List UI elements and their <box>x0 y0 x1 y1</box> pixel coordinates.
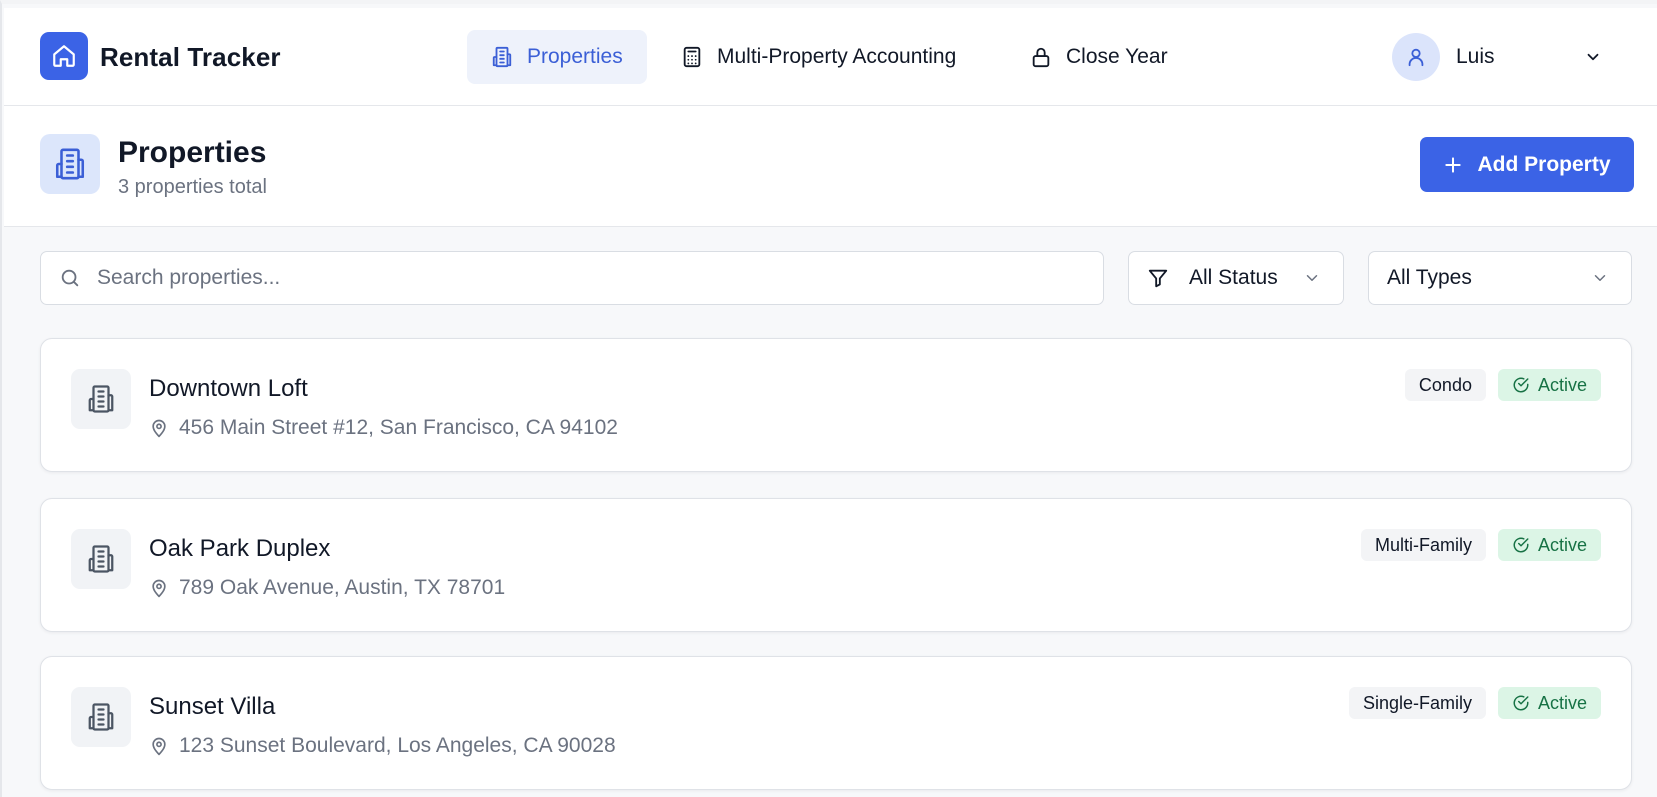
top-nav-bar: Rental Tracker Properties Multi-Property… <box>4 8 1657 106</box>
page-subtitle: 3 properties total <box>118 176 267 198</box>
user-icon <box>1405 46 1427 68</box>
app-window: Rental Tracker Properties Multi-Property… <box>0 0 1657 797</box>
app-title[interactable]: Rental Tracker <box>100 42 281 73</box>
building-icon <box>491 46 513 68</box>
property-name: Sunset Villa <box>149 693 276 720</box>
status-badge: Active <box>1497 369 1601 401</box>
plus-icon <box>1443 155 1463 175</box>
nav-item-close-year[interactable]: Close Year <box>1006 30 1192 84</box>
building-icon <box>40 134 100 194</box>
nav-item-label: Properties <box>527 45 623 68</box>
property-badges: Condo Active <box>1404 369 1601 401</box>
property-card[interactable]: Oak Park Duplex 789 Oak Avenue, Austin, … <box>40 498 1632 632</box>
check-circle-icon <box>1512 376 1530 394</box>
check-circle-icon <box>1512 694 1530 712</box>
nav-item-properties[interactable]: Properties <box>467 30 647 84</box>
add-property-button[interactable]: Add Property <box>1420 137 1634 192</box>
filter-icon <box>1147 267 1169 289</box>
property-address: 456 Main Street #12, San Francisco, CA 9… <box>149 416 618 440</box>
lock-icon <box>1030 46 1052 68</box>
nav-item-label: Multi-Property Accounting <box>717 45 957 68</box>
property-card[interactable]: Sunset Villa 123 Sunset Boulevard, Los A… <box>40 656 1632 790</box>
nav-item-label: Close Year <box>1066 45 1168 68</box>
status-badge-label: Active <box>1537 374 1587 395</box>
property-name: Downtown Loft <box>149 375 308 402</box>
property-address-text: 123 Sunset Boulevard, Los Angeles, CA 90… <box>179 734 616 757</box>
status-badge-label: Active <box>1537 534 1587 555</box>
nav-item-accounting[interactable]: Multi-Property Accounting <box>655 30 980 84</box>
search-icon <box>59 267 81 289</box>
property-address-text: 789 Oak Avenue, Austin, TX 78701 <box>179 576 506 599</box>
page-header: Properties 3 properties total Add Proper… <box>4 106 1657 227</box>
search-box <box>40 251 1104 305</box>
type-filter-select[interactable]: All Types <box>1368 251 1632 305</box>
property-badges: Multi-Family Active <box>1360 529 1601 561</box>
chevron-down-icon <box>1303 269 1321 293</box>
type-filter-value: All Types <box>1387 266 1472 289</box>
home-logo-icon[interactable] <box>40 32 88 80</box>
status-filter-value: All Status <box>1189 266 1278 289</box>
status-badge: Active <box>1497 687 1601 719</box>
building-icon <box>71 369 131 429</box>
page-title: Properties <box>118 136 267 169</box>
calculator-icon <box>681 46 703 68</box>
map-pin-icon <box>149 736 169 756</box>
check-circle-icon <box>1512 536 1530 554</box>
chevron-down-icon <box>1591 269 1609 293</box>
property-type-badge: Condo <box>1404 369 1486 401</box>
property-badges: Single-Family Active <box>1348 687 1601 719</box>
status-badge-label: Active <box>1537 692 1587 713</box>
property-name: Oak Park Duplex <box>149 535 331 562</box>
property-card[interactable]: Downtown Loft 456 Main Street #12, San F… <box>40 338 1632 472</box>
chevron-down-icon[interactable] <box>1584 48 1602 71</box>
status-badge: Active <box>1497 529 1601 561</box>
user-menu[interactable]: Luis <box>1392 32 1495 82</box>
map-pin-icon <box>149 418 169 438</box>
search-input[interactable] <box>97 266 1057 290</box>
property-address-text: 456 Main Street #12, San Francisco, CA 9… <box>179 416 618 439</box>
status-filter-select[interactable]: All Status <box>1128 251 1344 305</box>
user-name: Luis <box>1456 45 1495 68</box>
property-address: 123 Sunset Boulevard, Los Angeles, CA 90… <box>149 734 616 758</box>
add-property-label: Add Property <box>1477 152 1611 176</box>
map-pin-icon <box>149 578 169 598</box>
property-type-badge: Multi-Family <box>1360 529 1486 561</box>
building-icon <box>71 687 131 747</box>
avatar[interactable] <box>1392 33 1440 81</box>
building-icon <box>71 529 131 589</box>
property-address: 789 Oak Avenue, Austin, TX 78701 <box>149 576 505 600</box>
property-type-badge: Single-Family <box>1348 687 1486 719</box>
